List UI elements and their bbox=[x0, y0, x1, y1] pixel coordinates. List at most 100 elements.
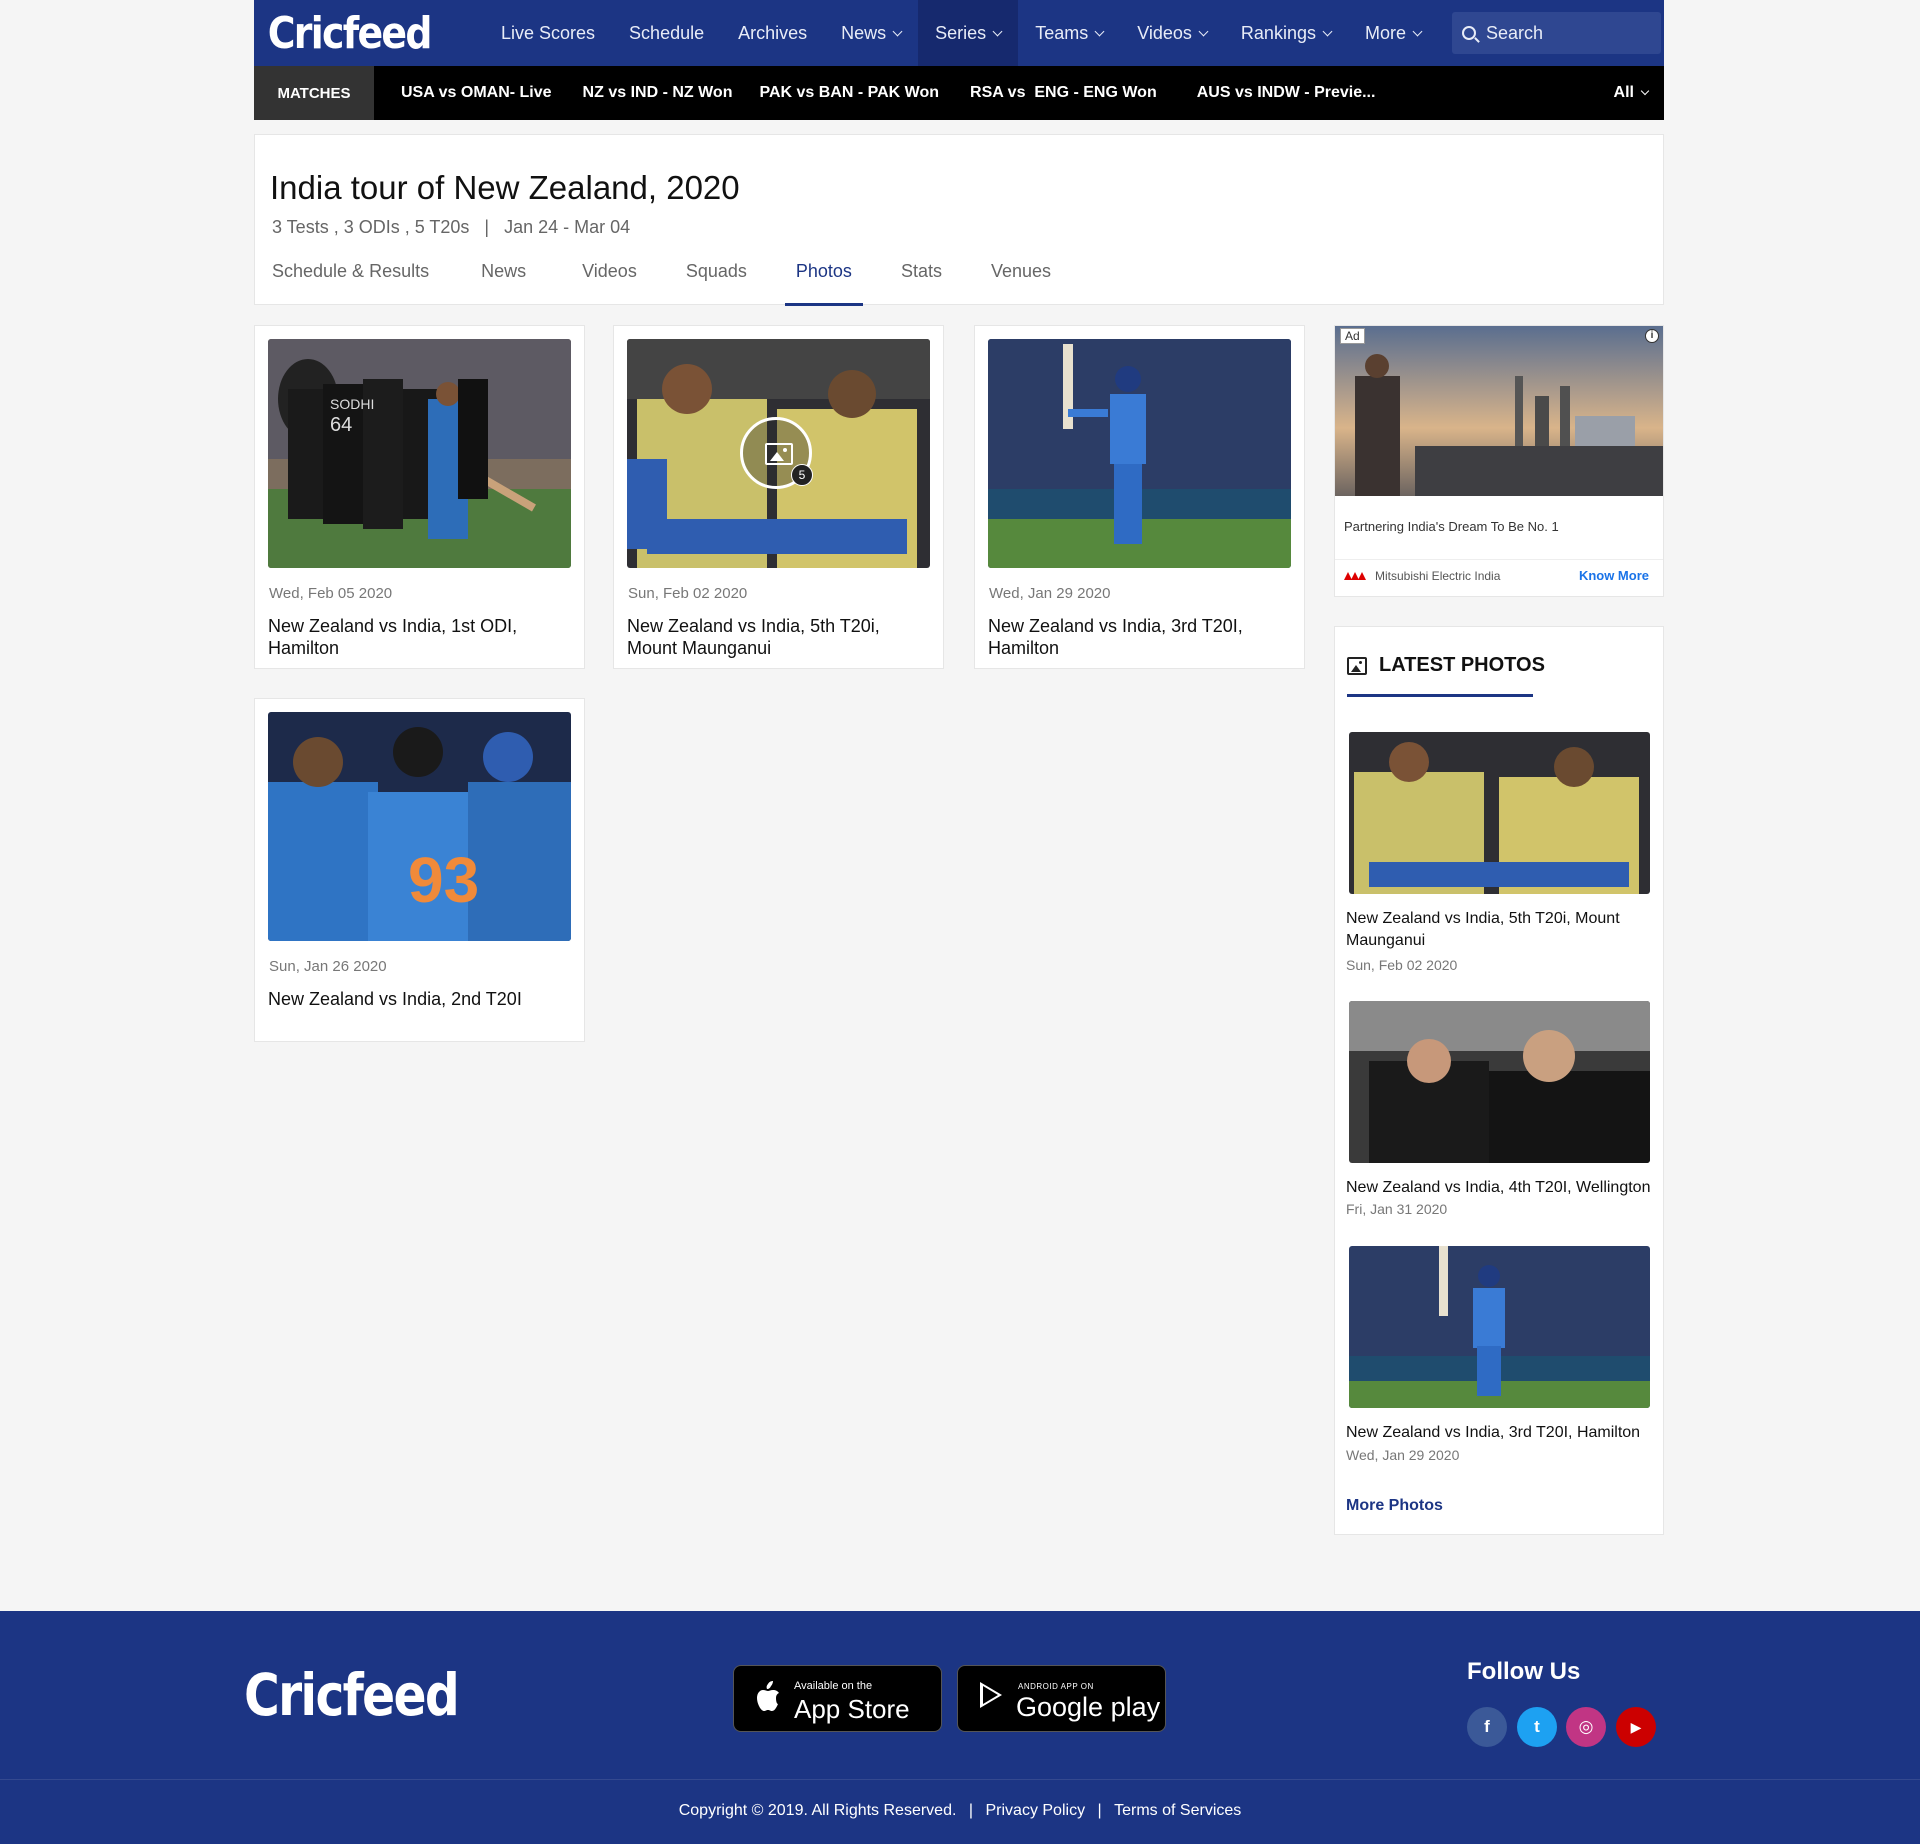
latest-photo-title[interactable]: New Zealand vs India, 5th T20i, Mount Ma… bbox=[1346, 908, 1656, 952]
twitter-icon[interactable]: t bbox=[1517, 1707, 1557, 1747]
terms-link[interactable]: Terms of Services bbox=[1114, 1802, 1241, 1819]
more-photos-link[interactable]: More Photos bbox=[1346, 1497, 1443, 1515]
widget-title: LATEST PHOTOS bbox=[1379, 654, 1545, 676]
latest-photos-header: LATEST PHOTOS bbox=[1347, 654, 1545, 677]
svg-text:93: 93 bbox=[408, 844, 479, 916]
info-icon[interactable]: i bbox=[1645, 329, 1659, 343]
tab-photos[interactable]: Photos bbox=[784, 261, 863, 306]
chevron-down-icon bbox=[1094, 26, 1105, 36]
ad-cta-button[interactable]: Know More bbox=[1579, 568, 1649, 583]
gallery-thumbnail[interactable]: 93 bbox=[268, 712, 571, 941]
nav-label: Videos bbox=[1137, 22, 1192, 43]
match-list: USA vs OMAN- Live NZ vs IND - NZ Won PAK… bbox=[374, 84, 1375, 102]
title-underline bbox=[1347, 694, 1533, 697]
nav-item-live-scores[interactable]: Live Scores bbox=[484, 0, 612, 66]
site-logo[interactable]: Cricfeed bbox=[254, 8, 452, 59]
page-title: India tour of New Zealand, 2020 bbox=[270, 169, 740, 206]
tab-videos[interactable]: Videos bbox=[582, 261, 637, 306]
gallery-card[interactable]: Wed, Jan 29 2020 New Zealand vs India, 3… bbox=[974, 325, 1305, 669]
app-store-small: Available on the bbox=[794, 1680, 873, 1692]
gallery-card[interactable]: 93 Sun, Jan 26 2020 New Zealand vs India… bbox=[254, 698, 585, 1042]
latest-photo-thumbnail[interactable] bbox=[1349, 732, 1650, 894]
gallery-thumbnail[interactable]: SODHI 64 bbox=[268, 339, 571, 568]
gallery-title[interactable]: New Zealand vs India, 5th T20i, Mount Ma… bbox=[627, 615, 927, 659]
gallery-date: Sun, Feb 02 2020 bbox=[628, 585, 748, 602]
latest-photo-thumbnail[interactable] bbox=[1349, 1246, 1650, 1408]
tab-venues[interactable]: Venues bbox=[991, 261, 1051, 306]
search-input[interactable] bbox=[1485, 22, 1636, 44]
match-item[interactable]: RSA vs ENG - ENG Won bbox=[970, 84, 1157, 102]
nav-label: Live Scores bbox=[501, 22, 596, 43]
tab-schedule-results[interactable]: Schedule & Results bbox=[272, 261, 429, 306]
nav-item-more[interactable]: More bbox=[1348, 0, 1438, 66]
series-tabs: Schedule & Results News Videos Squads Ph… bbox=[255, 261, 1051, 306]
latest-photo-date: Wed, Jan 29 2020 bbox=[1346, 1447, 1460, 1463]
app-store-big: App Store bbox=[794, 1694, 910, 1724]
chevron-down-icon bbox=[1322, 26, 1333, 36]
latest-photo-date: Sun, Feb 02 2020 bbox=[1346, 957, 1458, 973]
image-icon bbox=[1347, 656, 1367, 675]
chevron-down-icon bbox=[1412, 26, 1423, 36]
nav-label: News bbox=[841, 22, 887, 43]
gallery-thumbnail[interactable] bbox=[988, 339, 1291, 568]
latest-photo-date: Fri, Jan 31 2020 bbox=[1346, 1201, 1448, 1217]
divider bbox=[0, 1779, 1920, 1780]
top-navigation: Cricfeed Live Scores Schedule Archives N… bbox=[254, 0, 1664, 66]
nav-label: Schedule bbox=[629, 22, 705, 43]
chevron-down-icon bbox=[992, 26, 1003, 36]
facebook-icon[interactable]: f bbox=[1467, 1707, 1507, 1747]
gallery-title[interactable]: New Zealand vs India, 3rd T20I, Hamilton bbox=[988, 615, 1288, 659]
nav-item-teams[interactable]: Teams bbox=[1018, 0, 1120, 66]
match-item[interactable]: PAK vs BAN - PAK Won bbox=[759, 84, 939, 102]
copyright-text: Copyright © 2019. All Rights Reserved. bbox=[678, 1802, 957, 1819]
advertisement[interactable]: Ad i Partnering India's Dream To Be No. … bbox=[1334, 325, 1664, 597]
tab-stats[interactable]: Stats bbox=[901, 261, 942, 306]
footer-logo[interactable]: Cricfeed bbox=[244, 1661, 460, 1729]
google-play-button[interactable]: ANDROID APP ON Google play bbox=[957, 1665, 1166, 1732]
nav-label: Teams bbox=[1035, 22, 1089, 43]
ad-headline[interactable]: Partnering India's Dream To Be No. 1 bbox=[1344, 519, 1559, 534]
footer: Cricfeed Available on the App Store ANDR… bbox=[0, 1611, 1920, 1844]
gallery-overlay[interactable]: 5 bbox=[740, 417, 813, 489]
chevron-down-icon bbox=[892, 26, 903, 36]
latest-photo-thumbnail[interactable] bbox=[1349, 1001, 1650, 1163]
latest-photo-title[interactable]: New Zealand vs India, 4th T20I, Wellingt… bbox=[1346, 1177, 1656, 1199]
privacy-policy-link[interactable]: Privacy Policy bbox=[985, 1802, 1085, 1819]
matches-label: MATCHES bbox=[254, 66, 374, 120]
nav-item-archives[interactable]: Archives bbox=[721, 0, 824, 66]
nav-item-rankings[interactable]: Rankings bbox=[1224, 0, 1348, 66]
gallery-title[interactable]: New Zealand vs India, 2nd T20I bbox=[268, 988, 568, 1010]
tab-squads[interactable]: Squads bbox=[686, 261, 747, 306]
gallery-title[interactable]: New Zealand vs India, 1st ODI, Hamilton bbox=[268, 615, 568, 659]
search-box bbox=[1451, 12, 1661, 54]
svg-text:64: 64 bbox=[330, 414, 352, 436]
match-item[interactable]: NZ vs IND - NZ Won bbox=[583, 84, 733, 102]
app-store-button[interactable]: Available on the App Store bbox=[733, 1665, 942, 1732]
apple-icon bbox=[757, 1681, 779, 1711]
nav-item-series[interactable]: Series bbox=[918, 0, 1019, 66]
nav-item-schedule[interactable]: Schedule bbox=[612, 0, 721, 66]
series-meta: 3 Tests , 3 ODIs , 5 T20s | Jan 24 - Mar… bbox=[272, 217, 631, 237]
youtube-icon[interactable]: ▶ bbox=[1616, 1707, 1656, 1747]
google-play-big: Google play bbox=[1016, 1692, 1161, 1722]
tab-news[interactable]: News bbox=[481, 261, 526, 306]
gallery-card[interactable]: SODHI 64 Wed, Feb 05 2020 New Zealand vs… bbox=[254, 325, 585, 669]
match-item[interactable]: AUS vs INDW - Previe... bbox=[1197, 84, 1376, 102]
separator: | bbox=[1097, 1802, 1102, 1819]
nav-item-videos[interactable]: Videos bbox=[1120, 0, 1224, 66]
latest-photo-title[interactable]: New Zealand vs India, 3rd T20I, Hamilton bbox=[1346, 1422, 1656, 1444]
search-icon[interactable] bbox=[1461, 26, 1476, 40]
separator: | bbox=[968, 1802, 974, 1819]
ad-advertiser: Mitsubishi Electric India bbox=[1375, 569, 1501, 583]
svg-text:SODHI: SODHI bbox=[330, 396, 374, 412]
match-filter-dropdown[interactable]: All bbox=[1614, 84, 1664, 102]
ad-badge: Ad bbox=[1340, 328, 1365, 344]
instagram-icon[interactable]: ◎ bbox=[1566, 1707, 1606, 1747]
gallery-thumbnail[interactable]: 5 bbox=[627, 339, 930, 568]
nav-item-news[interactable]: News bbox=[824, 0, 918, 66]
ad-image[interactable] bbox=[1335, 326, 1663, 496]
match-item[interactable]: USA vs OMAN- Live bbox=[401, 84, 552, 102]
gallery-card[interactable]: 5 Sun, Feb 02 2020 New Zealand vs India,… bbox=[613, 325, 944, 669]
advertiser-logo bbox=[1344, 572, 1366, 580]
matches-ticker: MATCHES USA vs OMAN- Live NZ vs IND - NZ… bbox=[254, 66, 1664, 120]
